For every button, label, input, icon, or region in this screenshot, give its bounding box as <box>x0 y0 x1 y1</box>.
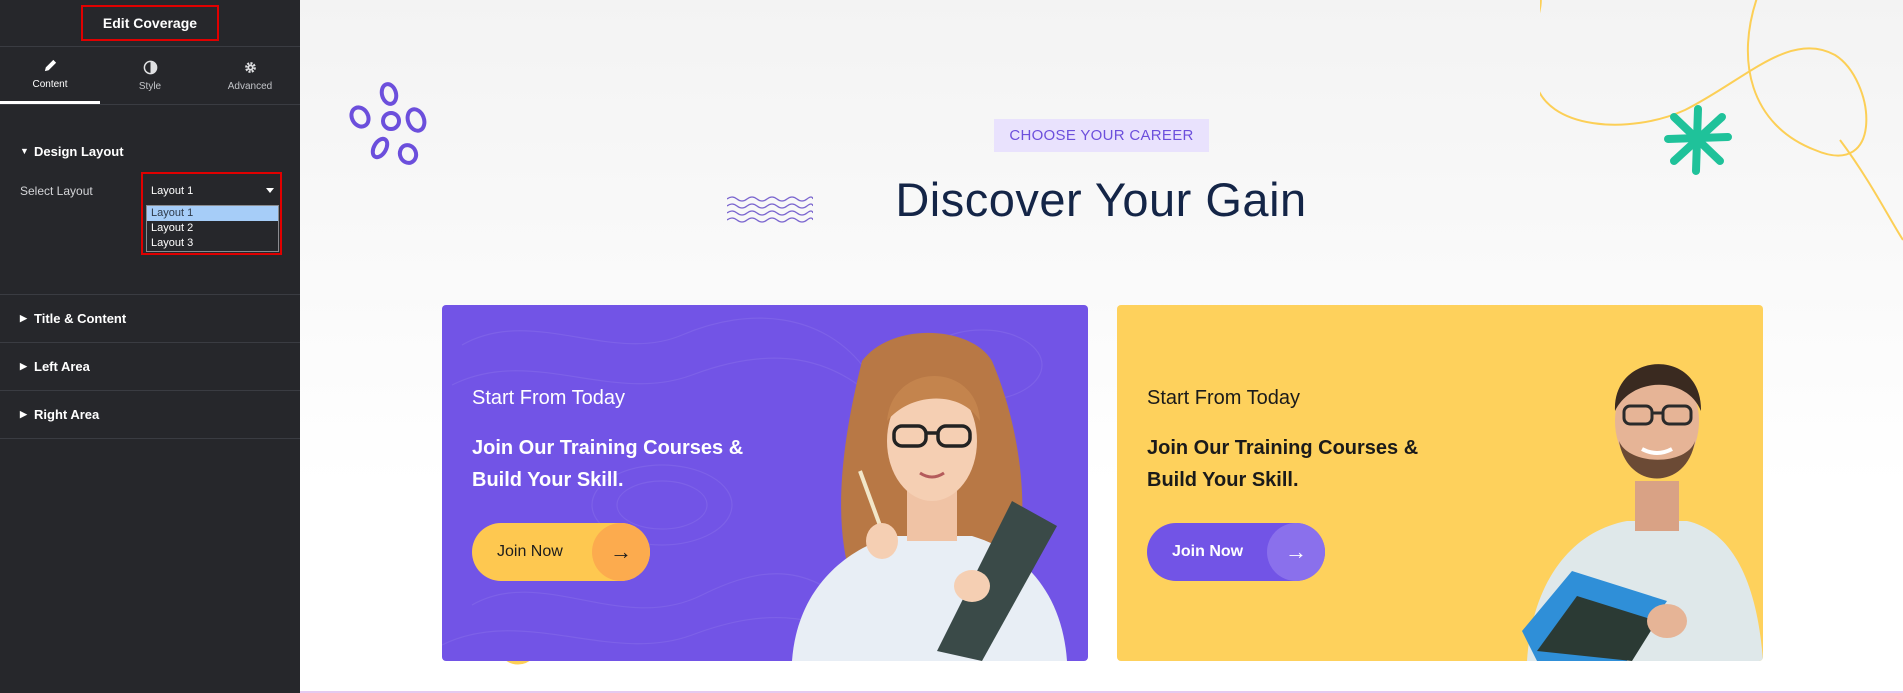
gear-icon <box>244 61 256 73</box>
section-title-content-header[interactable]: ▶ Title & Content <box>0 295 300 343</box>
tab-advanced-label: Advanced <box>227 80 273 92</box>
caret-down-icon: ▼ <box>20 146 29 156</box>
layout-select-value: Layout 1 <box>151 185 194 197</box>
section-title-content-label: Title & Content <box>34 311 127 326</box>
card-subtitle: Start From Today <box>1147 387 1301 409</box>
join-now-button[interactable]: Join Now → <box>1147 523 1325 581</box>
section-design-layout-label: Design Layout <box>34 143 124 159</box>
panel-tabs: Content Style Advanced <box>0 47 300 105</box>
chevron-down-icon <box>266 188 274 193</box>
editor-sidebar: Edit Coverage Content Style Advanced ▼ D… <box>0 0 300 693</box>
join-now-label: Join Now <box>497 543 563 560</box>
option-layout-2[interactable]: Layout 2 <box>147 221 278 236</box>
option-layout-1[interactable]: Layout 1 <box>147 206 278 221</box>
pencil-icon <box>44 59 56 72</box>
tab-style-label: Style <box>138 80 162 92</box>
tab-content-label: Content <box>32 79 68 90</box>
sidebar-header: Edit Coverage <box>0 0 300 47</box>
section-left-area-header[interactable]: ▶ Left Area <box>0 343 300 391</box>
card-text: Join Our Training Courses & Build Your S… <box>1147 437 1419 491</box>
coverage-card-left: Start From Today Join Our Training Cours… <box>442 305 1088 661</box>
join-now-button[interactable]: Join Now → <box>472 523 650 581</box>
caret-right-icon: ▶ <box>20 361 27 371</box>
tab-style[interactable]: Style <box>100 47 200 104</box>
section-right-area-label: Right Area <box>34 407 100 422</box>
option-layout-3[interactable]: Layout 3 <box>147 236 278 251</box>
section-heading: Discover Your Gain <box>895 173 1307 226</box>
decorative-loops-icon <box>349 82 427 165</box>
coverage-card-right: Start From Today Join Our Training Cours… <box>1117 305 1763 661</box>
card-subtitle: Start From Today <box>472 387 626 409</box>
decorative-star-icon <box>1664 105 1732 175</box>
arrow-right-icon: → <box>592 523 650 581</box>
arrow-right-icon: → <box>1267 523 1325 581</box>
panel-title: Edit Coverage <box>80 5 220 41</box>
card-text: Join Our Training Courses & Build Your S… <box>472 437 744 491</box>
section-left-area-label: Left Area <box>34 359 90 374</box>
layout-options-list: Layout 1 Layout 2 Layout 3 <box>146 205 279 252</box>
section-eyebrow-badge: CHOOSE YOUR CAREER <box>994 119 1209 152</box>
page-preview: CHOOSE YOUR CAREER Discover Your Gain St… <box>300 0 1903 693</box>
half-circle-icon <box>143 60 157 74</box>
layout-select-highlight: Layout 1 Layout 1 Layout 2 Layout 3 <box>141 172 282 255</box>
section-right-area-header[interactable]: ▶ Right Area <box>0 391 300 439</box>
section-design-layout-header[interactable]: ▼ Design Layout <box>0 105 300 181</box>
layout-select[interactable]: Layout 1 <box>148 182 276 200</box>
man-photo <box>1522 364 1763 661</box>
tab-content[interactable]: Content <box>0 47 100 104</box>
decorative-wave-lines-icon <box>727 196 813 223</box>
caret-right-icon: ▶ <box>20 409 27 419</box>
woman-photo <box>792 332 1067 661</box>
tab-advanced[interactable]: Advanced <box>200 47 300 104</box>
select-layout-label: Select Layout <box>20 184 93 198</box>
caret-right-icon: ▶ <box>20 313 27 323</box>
join-now-label: Join Now <box>1172 543 1244 560</box>
